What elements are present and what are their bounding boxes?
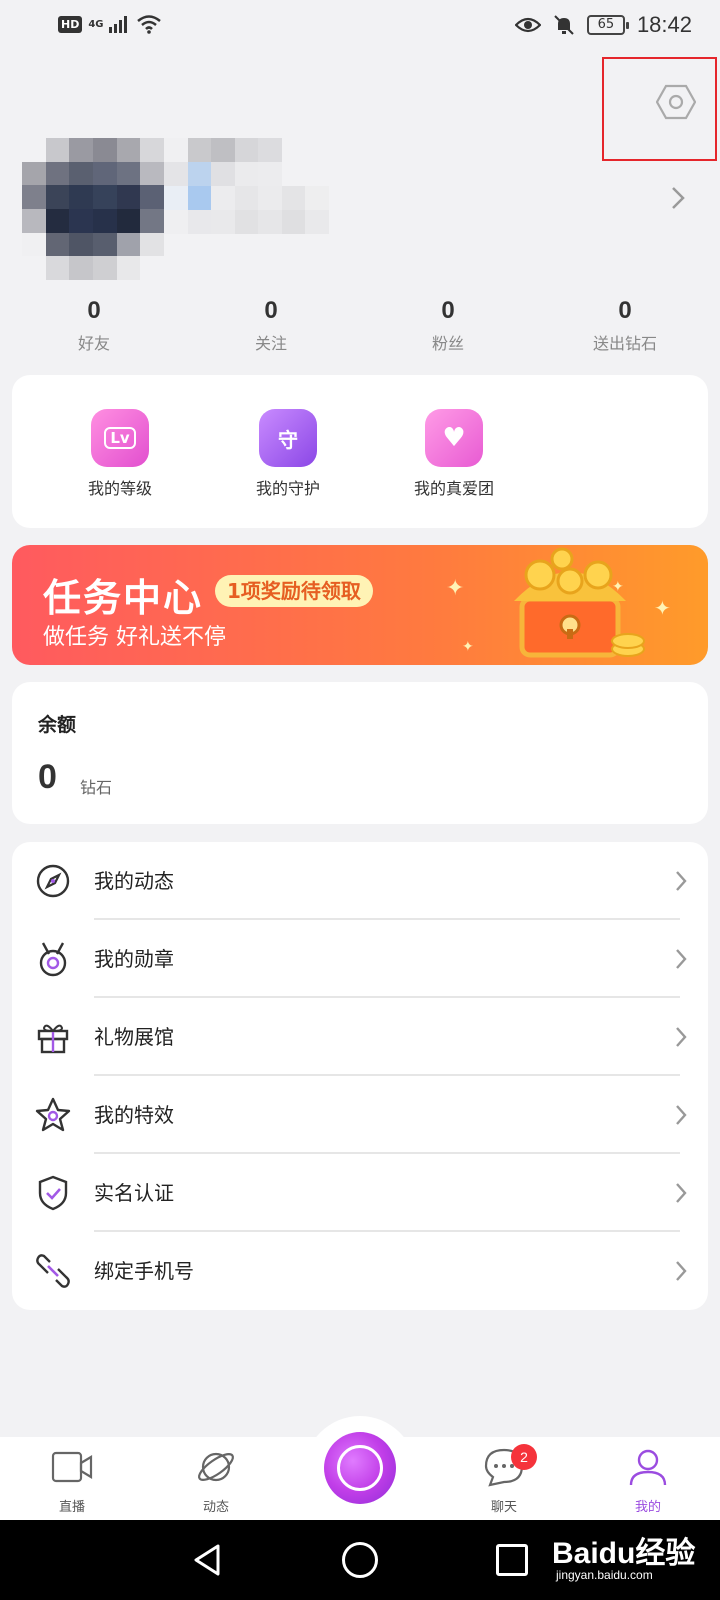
- clock: 18:42: [636, 12, 692, 37]
- system-nav-bar: Baidu经验 jingyan.baidu.com: [0, 1520, 720, 1600]
- nav-chat[interactable]: 2 聊天: [454, 1437, 554, 1520]
- balance-card[interactable]: 余额 0 钻石: [12, 682, 708, 824]
- privilege-love-group[interactable]: ♥ 我的真爱团: [384, 409, 524, 499]
- recents-icon[interactable]: [496, 1544, 528, 1576]
- status-bar: HD 4G 65 18:42: [0, 0, 720, 54]
- menu-label: 礼物展馆: [94, 1025, 174, 1049]
- planet-icon: [198, 1452, 234, 1482]
- task-center-banner[interactable]: 任务中心 1项奖励待领取 做任务 好礼送不停 ✦ ✦ ✦ ✦: [12, 545, 708, 665]
- menu-item-my-medals[interactable]: 我的勋章: [12, 920, 708, 998]
- level-icon: Lv: [91, 409, 149, 467]
- status-left: HD 4G: [58, 14, 162, 34]
- nav-me[interactable]: 我的: [598, 1437, 698, 1520]
- network-type: 4G: [88, 18, 104, 30]
- stats-row: 0 好友 0 关注 0 粉丝 0 送出钻石: [0, 296, 720, 358]
- mute-bell-icon: [554, 15, 574, 35]
- svg-text:✦: ✦: [654, 596, 671, 620]
- back-icon[interactable]: [190, 1542, 226, 1578]
- love-icon-text: ♥: [442, 423, 466, 453]
- stat-label: 粉丝: [431, 334, 464, 353]
- privilege-label: 我的真爱团: [413, 479, 494, 498]
- chevron-right-icon: [676, 1105, 687, 1125]
- nav-label: 直播: [58, 1500, 85, 1515]
- guard-icon-text: 守: [278, 427, 298, 452]
- menu-item-gift-hall[interactable]: 礼物展馆: [12, 998, 708, 1076]
- stat-value: 0: [264, 297, 278, 324]
- video-camera-icon: [51, 1451, 93, 1483]
- stat-friends[interactable]: 0 好友: [24, 296, 164, 354]
- stat-diamonds-sent[interactable]: 0 送出钻石: [555, 296, 695, 354]
- stat-following[interactable]: 0 关注: [201, 296, 341, 354]
- guard-icon: 守: [259, 409, 317, 467]
- stat-value: 0: [618, 297, 632, 324]
- chevron-right-icon: [676, 1261, 687, 1281]
- balance-value: 0: [38, 758, 57, 796]
- menu-item-real-name[interactable]: 实名认证: [12, 1154, 708, 1232]
- privilege-guard[interactable]: 守 我的守护: [218, 409, 358, 499]
- privilege-label: 我的等级: [87, 479, 152, 498]
- balance-title: 余额: [38, 714, 77, 736]
- menu-label: 我的勋章: [94, 947, 174, 971]
- nav-label: 我的: [634, 1500, 661, 1515]
- menu-item-bind-phone[interactable]: 绑定手机号: [12, 1232, 708, 1310]
- task-title: 任务中心: [43, 576, 204, 620]
- link-icon: [36, 1254, 70, 1288]
- chevron-right-icon: [676, 1183, 687, 1203]
- chevron-right-icon: [676, 949, 687, 969]
- menu-label: 实名认证: [94, 1181, 174, 1205]
- menu-label: 绑定手机号: [94, 1259, 194, 1283]
- record-ring-icon: [337, 1445, 383, 1491]
- wifi-icon: [136, 15, 161, 34]
- level-icon-text: Lv: [104, 427, 136, 449]
- stat-value: 0: [87, 297, 101, 324]
- love-group-icon: ♥: [425, 409, 483, 467]
- watermark-url: jingyan.baidu.com: [556, 1568, 653, 1582]
- shield-check-icon: [38, 1175, 68, 1211]
- menu-list: 我的动态 我的勋章 礼物展馆 我的特效 实名认证 绑定手机号: [12, 842, 708, 1310]
- menu-label: 我的特效: [94, 1103, 174, 1127]
- gift-icon: [37, 1024, 69, 1054]
- stat-label: 关注: [254, 334, 287, 353]
- privilege-card: Lv 我的等级 守 我的守护 ♥ 我的真爱团: [12, 375, 708, 528]
- nav-label: 聊天: [490, 1500, 517, 1515]
- medal-icon: [39, 942, 67, 977]
- menu-label: 我的动态: [94, 869, 174, 893]
- nickname-blurred: [164, 138, 329, 258]
- eye-icon: [514, 17, 541, 33]
- home-icon[interactable]: [342, 1542, 378, 1578]
- settings-icon[interactable]: [656, 82, 696, 122]
- privilege-level[interactable]: Lv 我的等级: [50, 409, 190, 499]
- chevron-right-icon[interactable]: [668, 184, 688, 212]
- hd-badge: HD: [58, 15, 83, 33]
- person-icon: [629, 1449, 667, 1486]
- menu-item-my-effects[interactable]: 我的特效: [12, 1076, 708, 1154]
- battery-indicator: 65: [586, 15, 629, 35]
- svg-text:✦: ✦: [462, 639, 474, 655]
- chevron-right-icon: [676, 1027, 687, 1047]
- compass-icon: [36, 864, 70, 898]
- stat-label: 送出钻石: [592, 334, 657, 353]
- stat-value: 0: [441, 297, 455, 324]
- privilege-label: 我的守护: [255, 479, 320, 498]
- chat-unread-badge: 2: [511, 1444, 537, 1470]
- stat-label: 好友: [77, 334, 110, 353]
- nav-live[interactable]: 直播: [22, 1437, 122, 1520]
- task-reward-badge: 1项奖励待领取: [215, 575, 373, 607]
- treasure-chest-icon: ✦ ✦ ✦ ✦: [446, 547, 671, 658]
- balance-unit: 钻石: [80, 778, 113, 797]
- svg-text:✦: ✦: [446, 576, 464, 601]
- nav-label: 动态: [202, 1500, 229, 1515]
- status-right: 65 18:42: [514, 12, 692, 38]
- star-icon: [35, 1097, 71, 1132]
- nav-moments[interactable]: 动态: [166, 1437, 266, 1520]
- avatar[interactable]: [22, 138, 164, 280]
- watermark-logo: Baidu经验: [552, 1537, 696, 1570]
- signal-icon: [108, 16, 127, 33]
- chevron-right-icon: [676, 871, 687, 891]
- menu-item-my-posts[interactable]: 我的动态: [12, 842, 708, 920]
- stat-fans[interactable]: 0 粉丝: [378, 296, 518, 354]
- go-live-button[interactable]: [324, 1432, 396, 1504]
- task-subtitle: 做任务 好礼送不停: [43, 625, 226, 650]
